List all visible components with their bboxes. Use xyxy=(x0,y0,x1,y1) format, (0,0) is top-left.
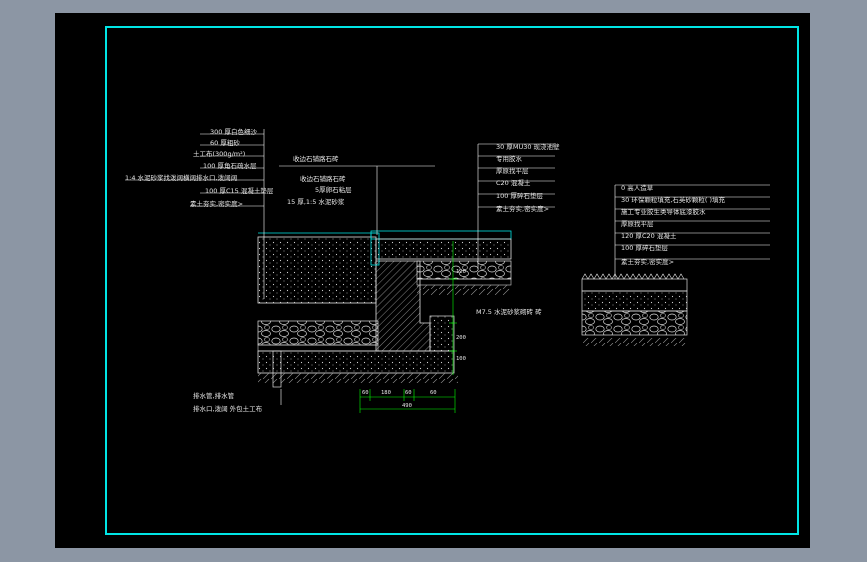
vertical-dimension: 200 xyxy=(456,335,466,341)
bottom-label: 排水管,排水管 xyxy=(193,391,235,400)
far-right-label: 30 环保颗粒填充,石英砂颗粒( )填充 xyxy=(621,195,726,204)
far-right-label: 120 厚C20 混凝土 xyxy=(621,231,677,240)
bottom-label-group: 排水管,排水管 排水口,泼阔 外包土工布 xyxy=(193,391,263,413)
sheet-border xyxy=(105,26,799,535)
cad-drawing-sheet: 300 厚白色细沙 60 厚粗砂 土工布(300g/m²) 100 厚角石疏水层… xyxy=(55,13,810,548)
dimension-label: 60 xyxy=(405,390,412,396)
middle-label-group: 收边石铺路石砖 收边石铺路石砖 5厚卵石粘层 15 厚,1:5 水泥砂浆 xyxy=(287,154,352,206)
bottom-label: 排水口,泼阔 外包土工布 xyxy=(193,404,263,413)
left-label: 100 厚C15 混凝土垫层 xyxy=(205,186,274,195)
section-detail-drawing: 300 厚白色细沙 60 厚粗砂 土工布(300g/m²) 100 厚角石疏水层… xyxy=(105,26,799,535)
middle-label: 收边石铺路石砖 xyxy=(300,174,346,183)
far-right-label: 施工专业胶生类导体底漆胶水 xyxy=(621,207,706,216)
vertical-dimension: 100 xyxy=(456,356,466,362)
far-right-label: 厚原找平层 xyxy=(621,219,654,228)
middle-label: 收边石铺路石砖 xyxy=(293,154,339,163)
left-label: 60 厚粗砂 xyxy=(210,138,240,147)
vertical-dimension: 120 xyxy=(456,269,466,275)
far-right-label: 0 高人造草 xyxy=(621,183,654,192)
left-label: 1:4 水泥砂浆找泼阔横阔排水口,泼阔阔 xyxy=(125,173,237,182)
right-label: 素土夯实,密实度> xyxy=(496,204,549,213)
left-label: 土工布(300g/m²) xyxy=(193,149,245,158)
far-right-label: 100 厚碎石垫层 xyxy=(621,243,668,252)
left-label: 100 厚角石疏水层 xyxy=(203,161,257,170)
right-label-group: 30 厚MU30 现浇池壁 专用胶水 厚原找平层 C20 混凝土 100 厚碎石… xyxy=(496,142,560,213)
right-label: 30 厚MU30 现浇池壁 xyxy=(496,142,560,151)
left-label: 300 厚白色细沙 xyxy=(210,127,257,136)
right-label: C20 混凝土 xyxy=(496,178,531,187)
right-section xyxy=(581,273,688,336)
dimension-label: 180 xyxy=(381,390,391,396)
right-label: 100 厚碎石垫层 xyxy=(496,191,543,200)
right-label: 厚原找平层 xyxy=(496,166,529,175)
far-right-label: 素土夯实,密实度> xyxy=(621,257,674,266)
right-label: 专用胶水 xyxy=(496,154,523,163)
far-right-label-group: 0 高人造草 30 环保颗粒填充,石英砂颗粒( )填充 施工专业胶生类导体底漆胶… xyxy=(621,183,726,266)
dimension-label: 60 xyxy=(430,390,437,396)
left-label: 素土夯实,密实度> xyxy=(190,199,243,208)
wall-annotation: M7.5 水泥砂浆砌砖 砖 xyxy=(476,307,542,316)
middle-label: 15 厚,1:5 水泥砂浆 xyxy=(287,197,345,206)
dimension-label: 60 xyxy=(362,390,369,396)
dimension-total: 490 xyxy=(402,403,412,409)
middle-label: 5厚卵石粘层 xyxy=(315,185,352,194)
left-label-group: 300 厚白色细沙 60 厚粗砂 土工布(300g/m²) 100 厚角石疏水层… xyxy=(125,127,274,208)
